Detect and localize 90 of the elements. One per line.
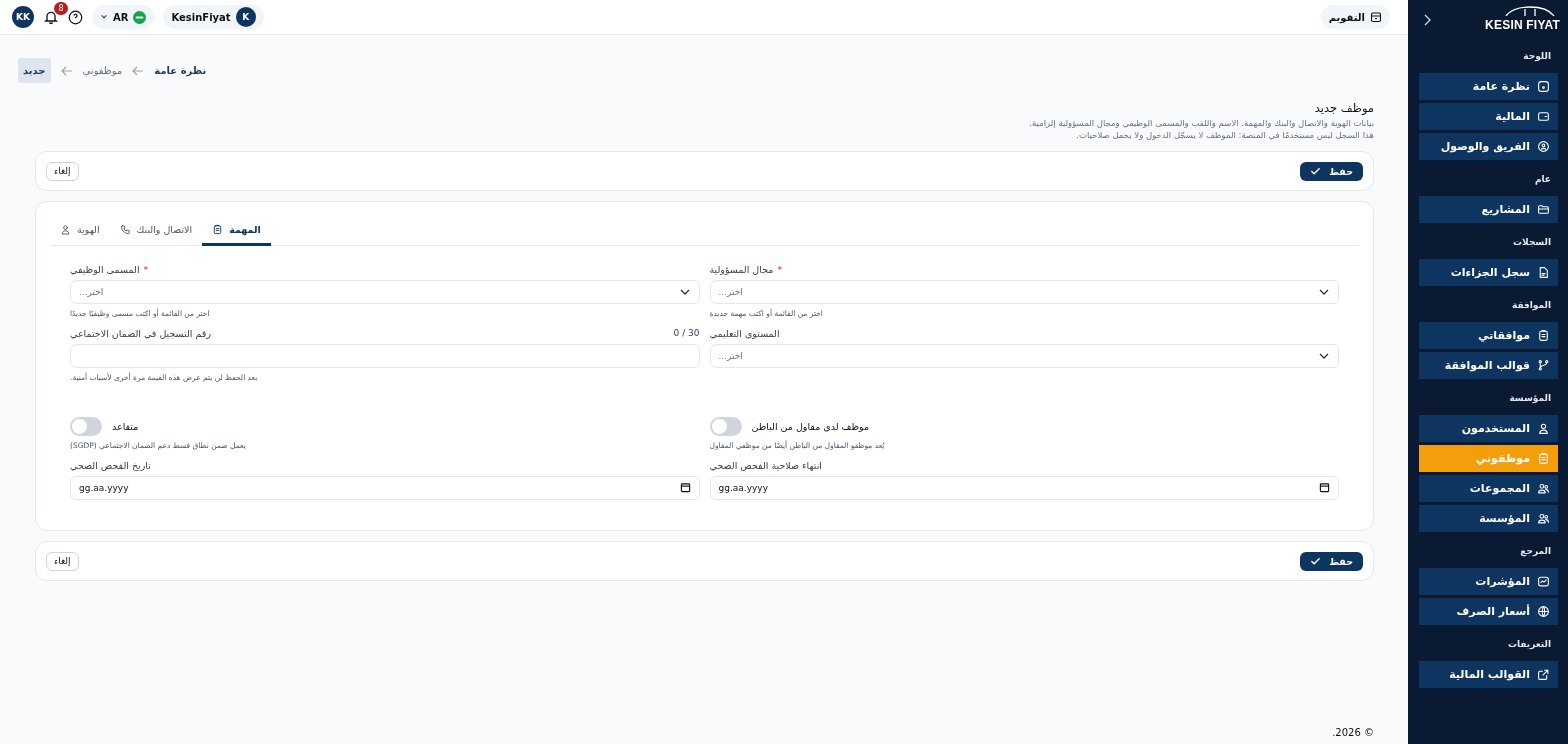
cancel-button[interactable]: إلغاء bbox=[46, 551, 79, 571]
section-heading: السجلات bbox=[1512, 236, 1552, 249]
bell-icon[interactable] bbox=[43, 9, 59, 25]
breadcrumb-link[interactable]: موظفوني bbox=[82, 65, 123, 76]
users-icon bbox=[1537, 482, 1550, 495]
globe-icon bbox=[1537, 605, 1550, 618]
nav-item[interactable]: نظرة عامة bbox=[1419, 73, 1558, 100]
select-field[interactable]: اختر... bbox=[709, 280, 1339, 304]
calendar-icon bbox=[1319, 482, 1330, 493]
nav-item[interactable]: المالية bbox=[1419, 103, 1558, 130]
field-label: انتهاء صلاحية الفحص الصحي bbox=[709, 459, 822, 471]
user-icon bbox=[1537, 422, 1550, 435]
save-button[interactable]: حفظ bbox=[1300, 161, 1363, 181]
nav-item[interactable]: سجل الجزاءات bbox=[1419, 259, 1558, 286]
nav-item[interactable]: المؤسسة bbox=[1419, 505, 1558, 532]
help-icon[interactable] bbox=[68, 9, 83, 25]
branch-icon bbox=[1537, 359, 1550, 372]
chevron-down-icon bbox=[100, 13, 108, 21]
breadcrumb-link[interactable]: جديد bbox=[18, 58, 51, 83]
arch-icon bbox=[1505, 5, 1556, 16]
nav-item[interactable]: المستخدمون bbox=[1419, 415, 1558, 442]
select-field[interactable]: اختر... bbox=[70, 280, 700, 304]
field-label: متقاعد bbox=[112, 420, 139, 432]
users-icon bbox=[1537, 512, 1550, 525]
wallet-icon bbox=[1537, 110, 1550, 123]
field-label: المستوى التعليمي bbox=[709, 327, 780, 339]
section-heading: المرجع bbox=[1519, 545, 1552, 559]
check-icon bbox=[1310, 555, 1322, 567]
logo: KESIN FIYAT bbox=[1485, 17, 1560, 32]
section-heading: اللوحة bbox=[1522, 50, 1552, 64]
nav-item[interactable]: أسعار الصرف bbox=[1419, 598, 1558, 625]
check-icon bbox=[1310, 165, 1322, 177]
calendar-icon bbox=[1370, 11, 1382, 23]
field-label: المسمى الوظيفي bbox=[70, 263, 140, 275]
nav-item[interactable]: المشاريع bbox=[1419, 196, 1558, 223]
date-field[interactable]: gg.aa.yyyy bbox=[70, 476, 700, 500]
flag-icon bbox=[133, 10, 147, 24]
notification-badge: 8 bbox=[54, 2, 68, 15]
calendar-icon bbox=[679, 482, 691, 493]
document-icon bbox=[1537, 266, 1550, 279]
collapse-icon[interactable] bbox=[1422, 14, 1432, 26]
character-counter: 0 / 30 bbox=[673, 328, 700, 338]
section-heading: عام bbox=[1533, 173, 1552, 187]
user-avatar[interactable]: KK bbox=[12, 6, 34, 28]
arrow-left-icon bbox=[132, 65, 145, 76]
folder-icon bbox=[1537, 203, 1550, 216]
home-icon bbox=[1537, 80, 1550, 93]
arrow-left-icon bbox=[60, 65, 73, 76]
user-badge-icon bbox=[1537, 140, 1550, 153]
field-label: مجال المسؤولية bbox=[709, 263, 774, 275]
page-description: هذا السجل ليس مستخدمًا في المنصة: الموظف لا يسجّل الدخول ولا يحمل صلاحيات. bbox=[1075, 129, 1374, 141]
clipboard-icon bbox=[1537, 452, 1550, 465]
user-icon bbox=[60, 224, 71, 235]
external-link-icon bbox=[1537, 668, 1550, 681]
nav-item[interactable]: القوالب المالية bbox=[1419, 661, 1558, 688]
date-field[interactable]: gg.aa.yyyy bbox=[709, 476, 1339, 500]
chart-icon bbox=[1537, 575, 1550, 588]
field-label: موظف لدى مقاول من الباطن bbox=[751, 420, 869, 432]
text-field[interactable] bbox=[70, 344, 700, 368]
clipboard-icon bbox=[1537, 329, 1550, 342]
phone-icon bbox=[119, 224, 131, 235]
field-label: تاريخ الفحص الصحي bbox=[70, 459, 151, 471]
nav-item[interactable]: موافقاتي bbox=[1419, 322, 1558, 349]
nav-item[interactable]: المجموعات bbox=[1419, 475, 1558, 502]
calendar-button[interactable]: التقويم bbox=[1320, 5, 1390, 29]
field-label: رقم التسجيل في الضمان الاجتماعي bbox=[70, 327, 211, 339]
tab[interactable]: الاتصال والبنك bbox=[109, 216, 203, 246]
account-avatar: K bbox=[235, 7, 256, 27]
section-heading: المؤسسة bbox=[1508, 392, 1552, 405]
clipboard-icon bbox=[212, 224, 224, 235]
save-button[interactable]: حفظ bbox=[1300, 551, 1363, 571]
nav-item[interactable]: المؤشرات bbox=[1419, 568, 1558, 595]
account-button[interactable]: KesinFiyat K bbox=[163, 5, 264, 29]
nav-item[interactable]: قوالب الموافقة bbox=[1419, 352, 1558, 379]
cancel-button[interactable]: إلغاء bbox=[46, 161, 79, 181]
required-mark: * bbox=[777, 263, 783, 275]
toggle-switch[interactable] bbox=[709, 416, 742, 436]
section-heading: الموافقة bbox=[1510, 299, 1552, 312]
page-title: موظف جديد bbox=[1313, 101, 1374, 115]
tab[interactable]: الهوية bbox=[50, 216, 110, 246]
tab[interactable]: المهمة bbox=[202, 216, 271, 246]
toggle-switch[interactable] bbox=[70, 416, 102, 436]
copyright: © 2026. bbox=[1331, 727, 1374, 738]
language-selector[interactable]: AR bbox=[92, 5, 155, 29]
required-mark: * bbox=[143, 263, 149, 275]
select-field[interactable]: اختر... bbox=[709, 344, 1339, 368]
page-description: بيانات الهوية والاتصال والبنك والمهمة. الاسم واللقب والمسمى الوظيفي ومجال المسؤولية إلزامية. bbox=[1028, 117, 1374, 129]
section-heading: التعريفات bbox=[1506, 638, 1552, 652]
nav-item[interactable]: الفريق والوصول bbox=[1419, 133, 1558, 160]
breadcrumb-link[interactable]: نظرة عامة bbox=[154, 65, 207, 76]
